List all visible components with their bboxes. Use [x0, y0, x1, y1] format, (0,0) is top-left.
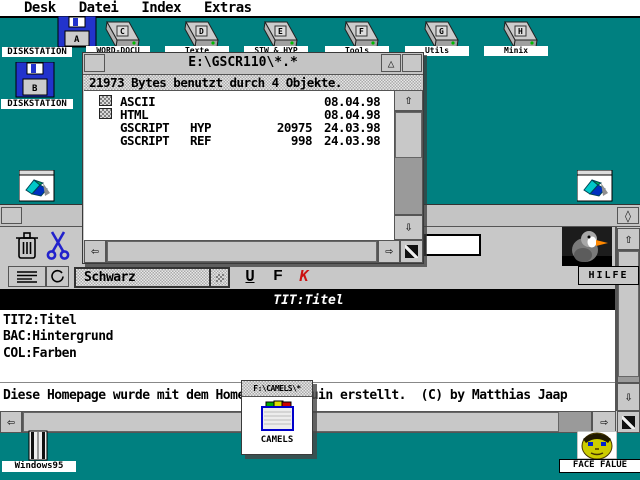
editor-close-icon[interactable] — [1, 207, 22, 224]
folder-icon — [99, 95, 112, 106]
svg-text:F: F — [359, 27, 364, 36]
bold-button[interactable]: F — [268, 267, 288, 285]
file-v-scrollbar-track[interactable] — [394, 111, 423, 215]
svg-text:B: B — [32, 84, 38, 94]
reload-button[interactable] — [46, 266, 69, 287]
file-row[interactable]: GSCRIPT REF 998 24.03.98 — [84, 134, 394, 147]
svg-text:E: E — [278, 27, 283, 36]
file-v-scrollbar-slider[interactable] — [395, 112, 422, 158]
scissors-icon[interactable] — [45, 230, 71, 265]
floppy-icon-a[interactable]: A — [56, 16, 98, 48]
menu-item-index[interactable]: Index — [141, 0, 181, 16]
color-dropdown-value: Schwarz — [76, 270, 135, 285]
file-date: 24.03.98 — [324, 134, 380, 147]
face-falue-label: FACE FALUE — [559, 459, 640, 473]
windows95-trash-icon[interactable] — [26, 430, 50, 465]
windows95-trash-label: Windows95 — [2, 461, 76, 472]
editor-scroll-right-icon[interactable]: ⇨ — [592, 411, 616, 433]
menu-item-desk[interactable]: Desk — [24, 0, 56, 16]
file-name: GSCRIPT — [120, 134, 190, 147]
file-scroll-left-icon[interactable]: ⇦ — [84, 240, 106, 263]
file-scroll-up-icon[interactable]: ⇧ — [394, 90, 423, 111]
file-window: E:\GSCR110\*.* △ 21973 Bytes benutzt dur… — [82, 52, 424, 264]
camels-folder-icon[interactable] — [257, 400, 297, 437]
file-h-scrollbar-track[interactable] — [106, 240, 378, 263]
document-line: TIT2:Titel — [3, 313, 76, 329]
file-size: 998 — [230, 134, 312, 147]
editor-resize-handle[interactable] — [617, 411, 640, 433]
floppy-label-a: DISKSTATION — [2, 47, 72, 57]
color-dropdown[interactable]: Schwarz — [74, 267, 230, 288]
align-button[interactable] — [8, 266, 46, 287]
penguin-logo — [562, 227, 612, 266]
document-heading-bar: TIT:Titel — [0, 292, 617, 310]
camels-window: F:\CAMELS\* CAMELS — [241, 380, 313, 455]
underline-button[interactable]: U — [240, 267, 260, 285]
dropdown-popup-icon[interactable] — [209, 269, 228, 286]
camels-window-body: CAMELS — [242, 397, 312, 454]
toolbar-field[interactable] — [424, 234, 481, 256]
floppy-label-b: DISKSTATION — [1, 99, 73, 109]
gem-window-icon-right[interactable] — [577, 170, 613, 206]
svg-text:D: D — [199, 27, 204, 36]
editor-scroll-left-icon[interactable]: ⇦ — [0, 411, 22, 433]
document-line: COL:Farben — [3, 346, 76, 362]
trash-icon[interactable] — [14, 231, 40, 265]
camels-window-title[interactable]: F:\CAMELS\* — [242, 381, 312, 397]
file-window-title: E:\GSCR110\*.* — [106, 55, 380, 70]
file-scroll-right-icon[interactable]: ⇨ — [378, 240, 400, 263]
file-window-iconify-icon[interactable]: △ — [381, 54, 401, 72]
file-resize-handle[interactable] — [400, 240, 423, 263]
file-window-title-bar[interactable]: E:\GSCR110\*.* △ — [83, 53, 423, 75]
editor-scroll-up-icon[interactable]: ⇧ — [617, 228, 640, 250]
file-list: ASCII 08.04.98 HTML 08.04.98 GSCRIPT HYP… — [84, 90, 394, 240]
file-h-scrollbar-slider[interactable] — [107, 241, 377, 262]
desktop: Desk Datei Index Extras A DISKSTATION B … — [0, 0, 640, 480]
svg-text:G: G — [439, 27, 444, 36]
editor-full-icon[interactable]: ◊ — [617, 207, 639, 224]
folder-icon — [99, 108, 112, 119]
svg-text:H: H — [518, 27, 523, 36]
file-ext: REF — [190, 134, 230, 147]
editor-scroll-down-icon[interactable]: ⇩ — [617, 383, 640, 411]
file-scroll-down-icon[interactable]: ⇩ — [394, 215, 423, 240]
menu-item-datei[interactable]: Datei — [79, 0, 119, 16]
gem-window-icon-left[interactable] — [19, 170, 55, 206]
document-line: BAC:Hintergrund — [3, 329, 113, 345]
file-window-close-icon[interactable] — [84, 54, 105, 72]
svg-text:C: C — [120, 27, 125, 36]
italic-button[interactable]: K — [294, 267, 314, 285]
menu-item-extras[interactable]: Extras — [204, 0, 252, 16]
floppy-icon-b[interactable]: B — [14, 62, 56, 98]
camels-folder-label: CAMELS — [242, 435, 312, 445]
svg-text:A: A — [74, 35, 80, 45]
hilfe-button[interactable]: HILFE — [578, 266, 639, 285]
drive-label-h: Minix — [484, 46, 548, 56]
file-window-full-icon[interactable] — [402, 54, 422, 72]
file-window-info-bar: 21973 Bytes benutzt durch 4 Objekte. — [84, 75, 422, 90]
